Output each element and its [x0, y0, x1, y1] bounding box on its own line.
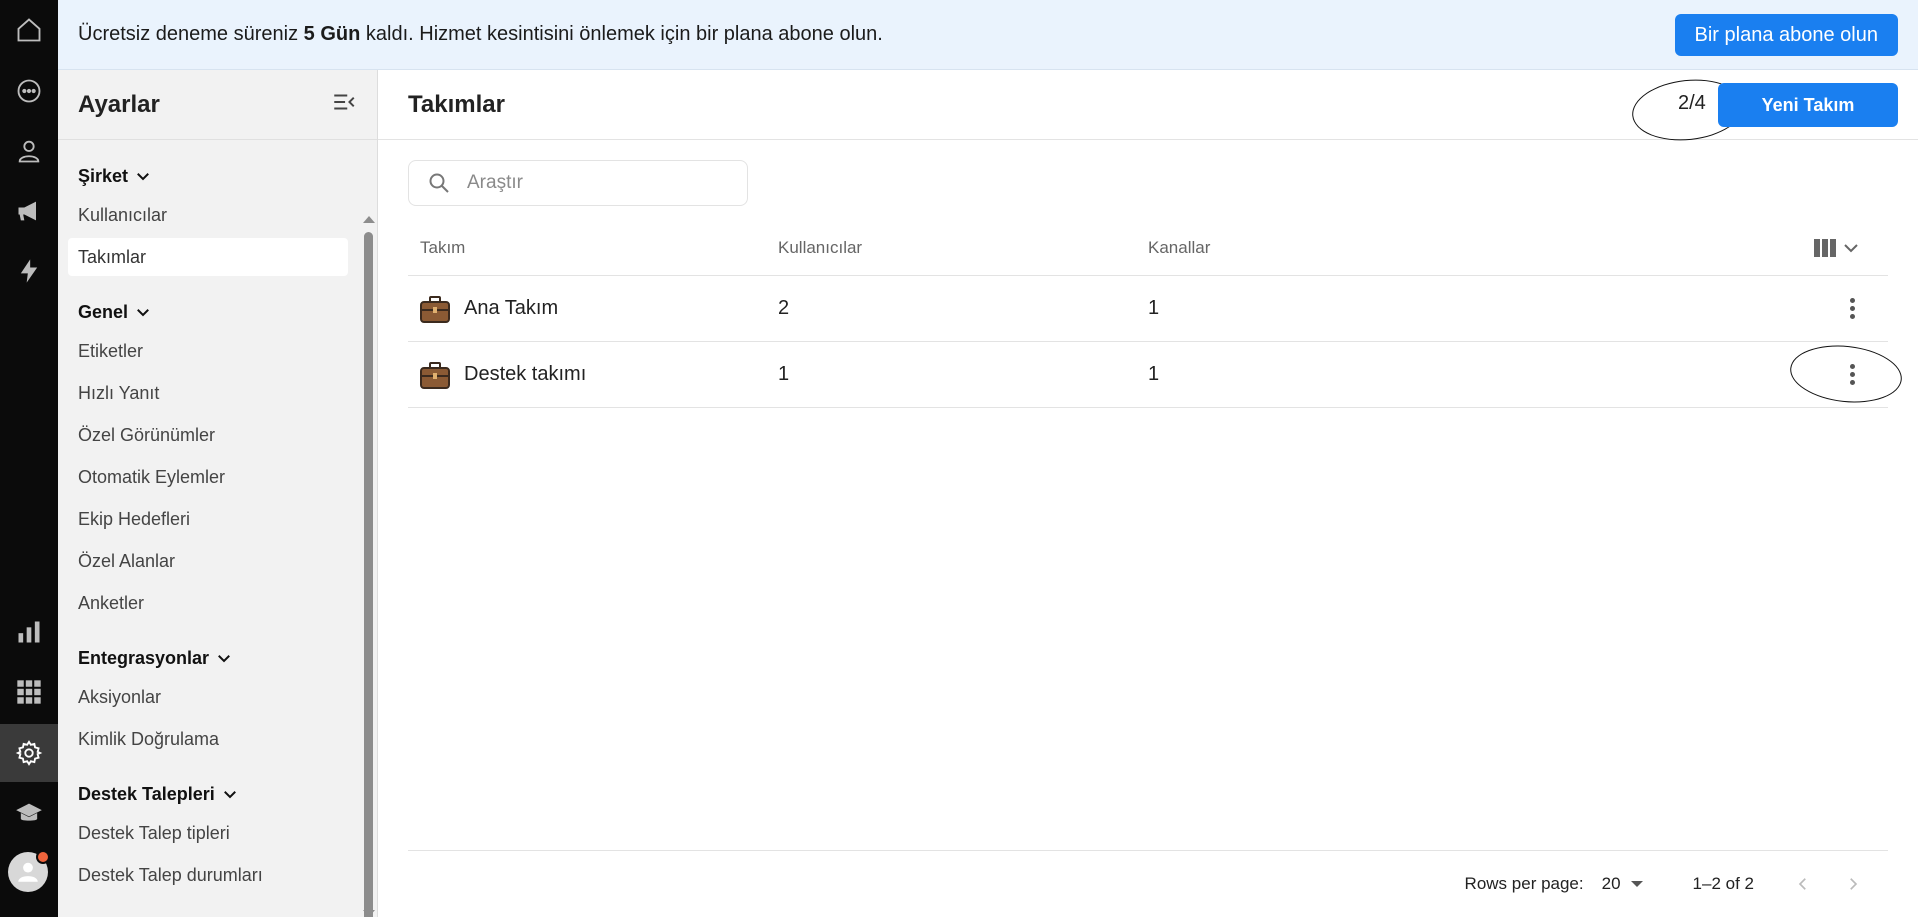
team-users-count: 2	[778, 297, 790, 319]
search-box[interactable]	[408, 160, 748, 206]
icon-rail	[0, 0, 58, 917]
section-genel[interactable]: Genel	[58, 296, 358, 328]
scroll-down-arrow[interactable]	[363, 910, 375, 917]
contacts-icon[interactable]	[0, 123, 58, 179]
megaphone-icon[interactable]	[0, 183, 58, 239]
home-icon[interactable]	[0, 2, 58, 58]
sidebar-header: Ayarlar	[58, 70, 377, 140]
previous-page-icon[interactable]	[1794, 875, 1812, 893]
academy-icon[interactable]	[0, 785, 58, 841]
team-name[interactable]: Ana Takım	[464, 297, 558, 320]
sidebar-item-ozel-gorunumler[interactable]: Özel Görünümler	[68, 416, 348, 454]
column-header-kanallar[interactable]: Kanallar	[1148, 238, 1788, 258]
main-content: Takımlar 2/4 Yeni Takım Takım Kullanıcıl…	[378, 70, 1918, 917]
rows-per-page-select[interactable]: 20	[1602, 874, 1643, 894]
table-row[interactable]: Destek takımı 1 1	[408, 342, 1888, 408]
sidebar-item-ozel-alanlar[interactable]: Özel Alanlar	[68, 542, 348, 580]
settings-sidebar: Ayarlar Şirket Kullanıcılar Takımlar Gen…	[58, 70, 378, 917]
settings-icon[interactable]	[0, 724, 58, 782]
pager-controls	[1794, 875, 1862, 893]
scroll-up-arrow[interactable]	[363, 216, 375, 223]
team-count: 2/4	[1678, 92, 1706, 114]
section-sirket[interactable]: Şirket	[58, 160, 358, 192]
trial-banner: Ücretsiz deneme süreniz 5 Gün kaldı. Hiz…	[58, 0, 1918, 70]
person-icon	[18, 862, 38, 882]
sidebar-item-ekip-hedefleri[interactable]: Ekip Hedefleri	[68, 500, 348, 538]
team-users-count: 1	[778, 363, 790, 385]
column-header-takim[interactable]: Takım	[408, 238, 778, 258]
sidebar-item-kimlik-dogrulama[interactable]: Kimlik Doğrulama	[68, 720, 348, 758]
briefcase-icon	[420, 295, 450, 323]
pagination-range: 1–2 of 2	[1692, 874, 1754, 893]
search-input[interactable]	[467, 172, 727, 194]
user-avatar[interactable]	[8, 850, 50, 892]
section-entegrasyonlar[interactable]: Entegrasyonlar	[58, 642, 358, 674]
sidebar-item-aksiyonlar[interactable]: Aksiyonlar	[68, 678, 348, 716]
table-row[interactable]: Ana Takım 2 1	[408, 276, 1888, 342]
briefcase-icon	[420, 361, 450, 389]
next-page-icon[interactable]	[1844, 875, 1862, 893]
team-name[interactable]: Destek takımı	[464, 363, 586, 386]
more-options-icon[interactable]	[1842, 294, 1862, 324]
sidebar-item-kullanicilar[interactable]: Kullanıcılar	[68, 196, 348, 234]
sidebar-title: Ayarlar	[78, 90, 160, 118]
search-icon	[429, 173, 449, 193]
sidebar-item-takimlar[interactable]: Takımlar	[68, 238, 348, 276]
sidebar-item-otomatik-eylemler[interactable]: Otomatik Eylemler	[68, 458, 348, 496]
notification-dot	[36, 850, 50, 864]
sidebar-item-anketler[interactable]: Anketler	[68, 584, 348, 622]
sidebar-item-etiketler[interactable]: Etiketler	[68, 332, 348, 370]
table-header: Takım Kullanıcılar Kanallar	[408, 220, 1888, 276]
chevron-down-icon	[223, 791, 236, 799]
column-settings-button[interactable]	[1788, 236, 1888, 260]
sidebar-scrollbar[interactable]	[361, 144, 375, 917]
chevron-down-icon	[218, 655, 230, 663]
table-pagination: Rows per page: 20 1–2 of 2	[408, 850, 1888, 917]
new-team-button[interactable]: Yeni Takım	[1718, 83, 1898, 127]
columns-icon	[1814, 238, 1858, 257]
rows-per-page-label: Rows per page:	[1464, 874, 1584, 893]
bolt-icon[interactable]	[0, 243, 58, 299]
reports-icon[interactable]	[0, 604, 58, 660]
column-header-kullanicilar[interactable]: Kullanıcılar	[778, 238, 1148, 258]
settings-menu: Şirket Kullanıcılar Takımlar Genel Etike…	[58, 140, 358, 897]
subscribe-button[interactable]: Bir plana abone olun	[1674, 14, 1898, 56]
page-title: Takımlar	[408, 90, 505, 118]
chat-icon[interactable]	[0, 63, 58, 119]
sidebar-item-destek-talep-tipleri[interactable]: Destek Talep tipleri	[68, 814, 348, 852]
team-channels-count: 1	[1148, 297, 1160, 319]
sidebar-item-hizli-yanit[interactable]: Hızlı Yanıt	[68, 374, 348, 412]
chevron-down-icon	[137, 173, 149, 181]
apps-icon[interactable]	[0, 664, 58, 720]
section-destek-talepleri[interactable]: Destek Talepleri	[58, 778, 358, 810]
scroll-thumb[interactable]	[364, 232, 373, 917]
chevron-down-icon	[137, 309, 149, 317]
collapse-sidebar-icon[interactable]	[331, 89, 357, 120]
team-channels-count: 1	[1148, 363, 1160, 385]
teams-table: Takım Kullanıcılar Kanallar Ana Takım 2 …	[408, 220, 1888, 408]
sidebar-item-destek-talep-durumlari[interactable]: Destek Talep durumları	[68, 856, 348, 894]
trial-banner-text: Ücretsiz deneme süreniz 5 Gün kaldı. Hiz…	[78, 23, 883, 45]
dropdown-arrow-icon	[1630, 881, 1643, 887]
